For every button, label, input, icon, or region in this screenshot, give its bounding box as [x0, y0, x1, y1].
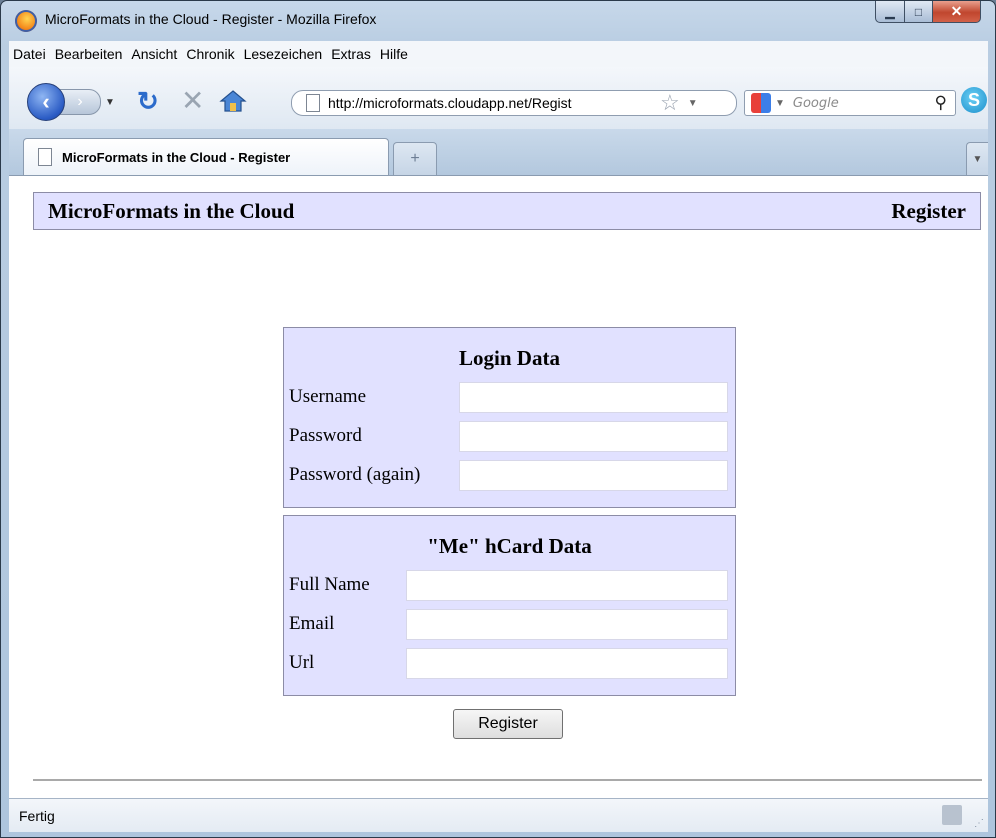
url-label: Url [289, 652, 315, 673]
menu-hilfe[interactable]: Hilfe [380, 46, 417, 62]
window-controls: ▁ □ ✕ [875, 1, 981, 23]
email-label: Email [289, 613, 335, 634]
menu-datei[interactable]: Datei [9, 46, 55, 62]
minimize-button[interactable]: ▁ [875, 1, 905, 23]
hcard-data-heading: "Me" hCard Data [427, 534, 592, 558]
engine-dropdown-icon[interactable]: ▼ [775, 98, 785, 109]
url-bar[interactable]: http://microformats.cloudapp.net/Regist … [291, 90, 737, 116]
forward-icon: › [77, 93, 83, 110]
tab-active[interactable]: MicroFormats in the Cloud - Register [23, 138, 389, 175]
maximize-icon: □ [914, 4, 923, 19]
username-field[interactable] [459, 382, 728, 413]
password-row: Password [289, 420, 362, 452]
stop-icon[interactable]: ✕ [181, 87, 204, 115]
password-label: Password [289, 425, 362, 446]
reload-icon[interactable]: ↻ [137, 88, 159, 114]
maximize-button[interactable]: □ [905, 1, 933, 23]
register-button[interactable]: Register [453, 709, 563, 739]
email-field[interactable] [406, 609, 728, 640]
page-title: Register [891, 198, 966, 223]
url-dropdown-icon[interactable]: ▼ [688, 98, 698, 109]
username-row: Username [289, 381, 366, 413]
menu-bar: Datei Bearbeiten Ansicht Chronik Lesezei… [9, 41, 988, 67]
firefox-icon [15, 10, 37, 32]
page-content: MicroFormats in the Cloud Register Login… [9, 175, 988, 798]
addon-status-icon[interactable] [942, 805, 962, 825]
password-again-field[interactable] [459, 460, 728, 491]
title-bar: MicroFormats in the Cloud - Register - M… [1, 1, 995, 39]
chevron-down-icon: ▼ [972, 153, 983, 165]
full-name-field[interactable] [406, 570, 728, 601]
site-identity-icon [306, 94, 320, 112]
login-data-heading: Login Data [459, 346, 560, 370]
menu-lesezeichen[interactable]: Lesezeichen [244, 46, 332, 62]
browser-window: MicroFormats in the Cloud - Register - M… [0, 0, 996, 838]
password-again-row: Password (again) [289, 459, 420, 491]
home-icon[interactable] [219, 89, 247, 113]
forward-button[interactable]: › [59, 89, 101, 115]
email-row: Email [289, 608, 334, 640]
search-icon[interactable]: ⚲ [935, 93, 947, 113]
navigation-toolbar: › ‹ ▼ ↻ ✕ http://microformats.cloudapp.n… [9, 67, 988, 129]
tab-list-button[interactable]: ▼ [966, 142, 988, 175]
footer-divider [33, 779, 982, 781]
history-dropdown-icon[interactable]: ▼ [105, 97, 115, 108]
menu-chronik[interactable]: Chronik [186, 46, 243, 62]
resize-grip-icon[interactable]: ⋰ [974, 818, 984, 829]
tab-title: MicroFormats in the Cloud - Register [62, 149, 291, 165]
window-title: MicroFormats in the Cloud - Register - M… [45, 11, 377, 27]
tab-strip: MicroFormats in the Cloud - Register + ▼ [9, 129, 988, 175]
close-icon: ✕ [950, 3, 963, 19]
back-icon: ‹ [42, 89, 50, 114]
search-input[interactable]: Google [793, 96, 839, 111]
url-field[interactable] [406, 648, 728, 679]
google-engine-icon[interactable] [751, 93, 771, 113]
login-data-panel: Login Data Username Password Password (a… [283, 327, 736, 508]
menu-bearbeiten[interactable]: Bearbeiten [55, 46, 132, 62]
full-name-row: Full Name [289, 569, 370, 601]
back-button[interactable]: ‹ [27, 83, 65, 121]
url-row: Url [289, 647, 314, 679]
new-tab-button[interactable]: + [393, 142, 437, 175]
status-text: Fertig [19, 807, 55, 824]
url-input[interactable]: http://microformats.cloudapp.net/Regist [328, 95, 658, 111]
status-bar: Fertig ⋰ [9, 798, 988, 832]
hcard-data-panel: "Me" hCard Data Full Name Email Url [283, 515, 736, 696]
password-field[interactable] [459, 421, 728, 452]
plus-icon: + [410, 150, 420, 167]
full-name-label: Full Name [289, 574, 370, 595]
menu-ansicht[interactable]: Ansicht [131, 46, 186, 62]
minimize-icon: ▁ [885, 4, 895, 19]
bookmark-star-icon[interactable]: ☆ [660, 92, 680, 114]
site-header: MicroFormats in the Cloud Register [33, 192, 981, 230]
close-button[interactable]: ✕ [933, 1, 981, 23]
site-title: MicroFormats in the Cloud [48, 198, 295, 223]
password-again-label: Password (again) [289, 464, 421, 485]
tab-page-icon [38, 148, 52, 166]
menu-extras[interactable]: Extras [331, 46, 380, 62]
skype-addon-icon[interactable]: S [961, 87, 987, 113]
username-label: Username [289, 386, 367, 407]
search-bar[interactable]: ▼ Google ⚲ [744, 90, 956, 116]
